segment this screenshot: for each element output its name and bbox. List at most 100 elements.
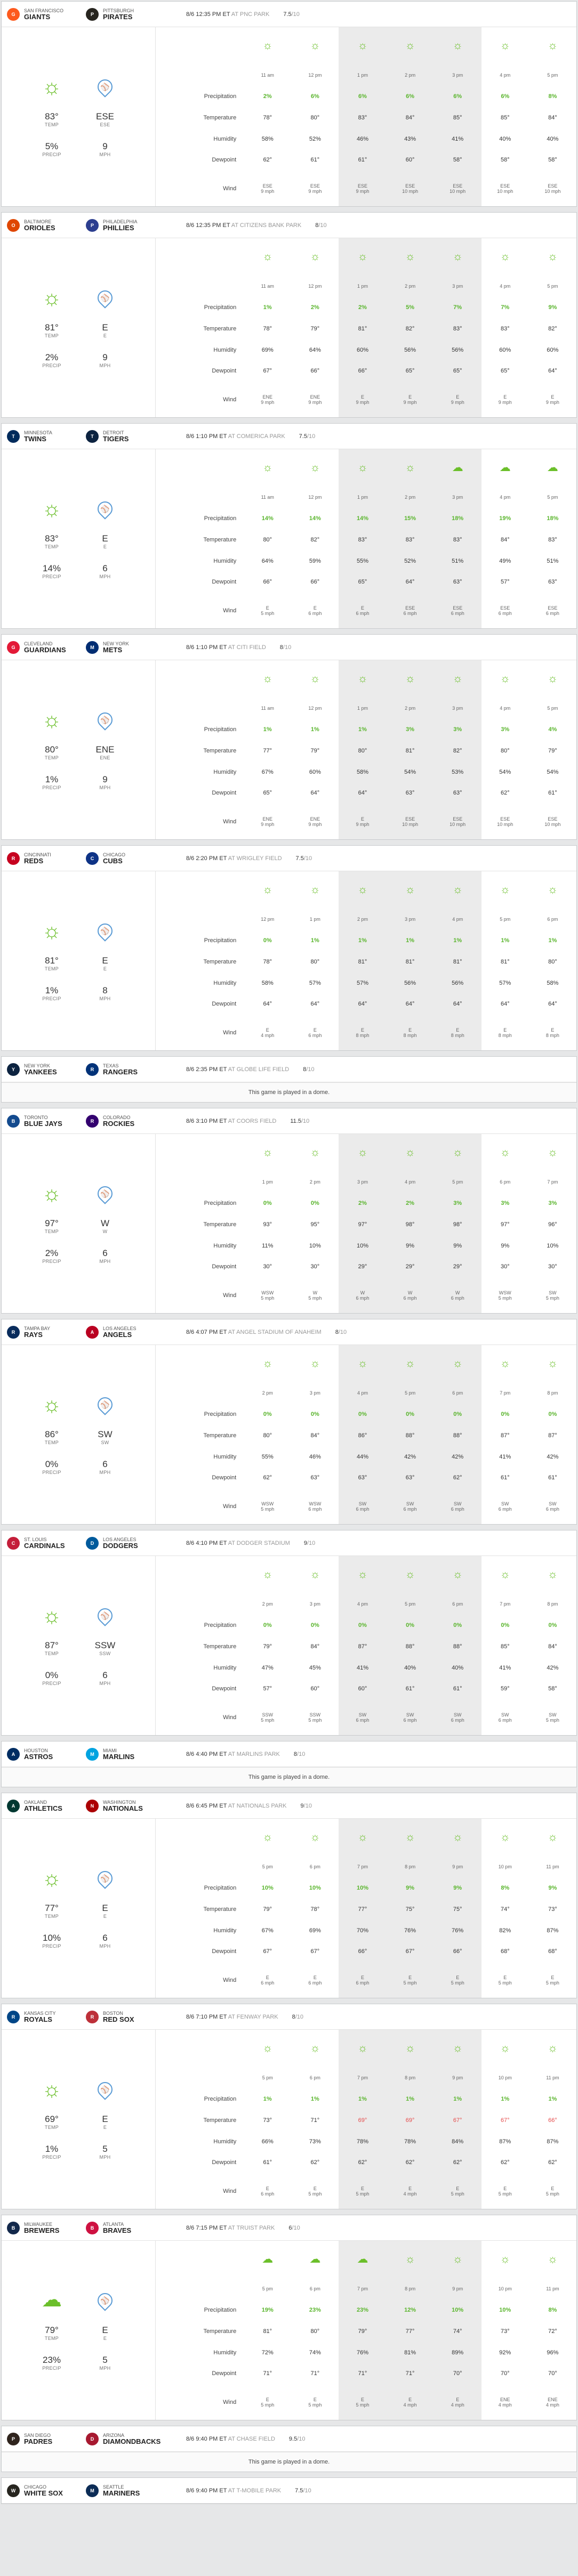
home-team[interactable]: P Philadelphia Phillies <box>86 218 165 232</box>
temp-cell: 75° <box>453 1906 462 1913</box>
wind-speed-cell: 6 mph <box>308 1506 322 1512</box>
home-team[interactable]: R Colorado Rockies <box>86 1114 165 1128</box>
cell: 73° <box>244 2110 291 2131</box>
home-team[interactable]: B Atlanta Braves <box>86 2221 165 2234</box>
home-team[interactable]: D Los Angeles Dodgers <box>86 1536 165 1550</box>
humidity-cell: 42% <box>547 1453 559 1460</box>
cell: ESE 9 mph <box>244 171 291 206</box>
away-team[interactable]: P San Diego Padres <box>7 2432 86 2445</box>
game-time: 8/6 9:40 PM ET <box>186 2487 228 2494</box>
precip-cell: 1% <box>310 937 319 944</box>
home-team[interactable]: C Chicago Cubs <box>86 852 165 865</box>
cell: ☼ <box>434 871 481 909</box>
cell: 62° <box>244 1467 291 1488</box>
away-team[interactable]: A Oakland Athletics <box>7 1799 86 1812</box>
home-team[interactable]: N Washington Nationals <box>86 1799 165 1812</box>
away-team[interactable]: G San Francisco Giants <box>7 7 86 21</box>
sun-icon: ☼ <box>405 1357 415 1370</box>
cell: 51% <box>529 550 576 572</box>
away-team[interactable]: Y New York Yankees <box>7 1063 86 1076</box>
temp-cell: 86° <box>358 1432 367 1439</box>
temp-cell: 81° <box>453 958 462 965</box>
cell: 56% <box>434 972 481 994</box>
away-team[interactable]: C St. Louis Cardinals <box>7 1536 86 1550</box>
cell: E5 mph <box>386 1962 434 1998</box>
row-label <box>156 660 244 698</box>
cell: 52% <box>386 550 434 572</box>
cell: ☼ <box>244 238 291 276</box>
current-conditions: ☼ ⚾ 97° TEMP W W 2% PRECIP 6 MPH <box>2 1134 156 1313</box>
home-team[interactable]: R Texas Rangers <box>86 1063 165 1076</box>
wind-dir-cell: W <box>407 1290 413 1295</box>
cell: E5 mph <box>339 2173 387 2209</box>
cell: 6% <box>291 86 339 107</box>
current-wind-speed: 6 MPH <box>78 563 132 579</box>
away-team[interactable]: O Baltimore Orioles <box>7 218 86 232</box>
cell: 88° <box>434 1424 481 1446</box>
home-team[interactable]: T Detroit Tigers <box>86 430 165 443</box>
cell: 58% <box>529 973 576 994</box>
home-team[interactable]: D Arizona Diamondbacks <box>86 2432 165 2445</box>
hour-label: 2 pm <box>405 705 416 711</box>
cell: 1% <box>291 930 339 951</box>
cell: 70° <box>529 2363 576 2384</box>
venue-name: AT MARLINS PARK <box>228 1751 280 1757</box>
cell: 64° <box>434 993 481 1015</box>
away-team[interactable]: R Cincinnati Reds <box>7 852 86 865</box>
away-team[interactable]: B Milwaukee Brewers <box>7 2221 86 2234</box>
precip-label: PRECIP <box>42 996 61 1001</box>
sun-icon: ☼ <box>357 1568 368 1581</box>
home-team[interactable]: M Miami Marlins <box>86 1747 165 1761</box>
away-team[interactable]: W Chicago White Sox <box>7 2484 86 2497</box>
sun-icon: ☼ <box>547 673 558 685</box>
home-team[interactable]: P Pittsburgh Pirates <box>86 7 165 21</box>
away-team[interactable]: T Minnesota Twins <box>7 430 86 443</box>
precip-cell: 0% <box>263 1411 272 1417</box>
cell: E9 mph <box>529 382 576 417</box>
wind-dir-cell: E <box>313 2396 317 2402</box>
wind-dir-cell: E <box>551 1974 555 1980</box>
away-team[interactable]: G Cleveland Guardians <box>7 641 86 654</box>
table-row: ☼ ☼ ☼ ☼ ☼ ☼ ☼ <box>156 660 576 698</box>
cell: 8 pm <box>386 2278 434 2299</box>
cell: ☼ <box>244 1819 291 1856</box>
away-team[interactable]: R Tampa Bay Rays <box>7 1325 86 1339</box>
sun-icon: ☼ <box>310 2042 320 2055</box>
sun-icon: ☼ <box>262 1831 273 1844</box>
row-label: Dewpoint <box>212 1475 237 1481</box>
away-team[interactable]: A Houston Astros <box>7 1747 86 1761</box>
home-team[interactable]: A Los Angeles Angels <box>86 1325 165 1339</box>
home-team[interactable]: R Boston Red Sox <box>86 2010 165 2023</box>
hourly-table: ☼ ☼ ☼ ☼ ☼ ☼ ☼ 1 pm 2 pm 3 pm 4 pm 5 pm 6 pm 7 pm Preci… <box>156 1134 576 1313</box>
sun-icon: ☼ <box>405 1568 415 1581</box>
game-time: 8/6 12:35 PM ET <box>186 11 231 18</box>
wind-dir-cell: E <box>503 1027 507 1033</box>
home-team[interactable]: M New York Mets <box>86 641 165 654</box>
cell: ENE 4 mph <box>529 2384 576 2420</box>
cell: 56% <box>386 972 434 994</box>
current-conditions: ☼ ⚾ 86° TEMP SW SW 0% PRECIP 6 MPH <box>2 1345 156 1524</box>
cell: 5 pm <box>481 909 529 930</box>
wind-direction: ⚾ <box>78 1394 132 1415</box>
cell: 93° <box>244 1214 291 1235</box>
wind-dir-cell: E <box>313 1974 317 1980</box>
home-team-name: Diamondbacks <box>103 2437 161 2445</box>
cell: 69° <box>339 2109 387 2131</box>
humidity-cell: 58% <box>547 979 559 986</box>
cell: 41% <box>481 1446 529 1468</box>
game-header: R Tampa Bay Rays A Los Angeles Angels 8/6 4:07… <box>2 1319 576 1345</box>
wind-dir-cell: E <box>503 2185 507 2191</box>
away-team[interactable]: R Kansas City Royals <box>7 2010 86 2023</box>
cell: SW 6 mph <box>339 1488 387 1524</box>
cell: 76% <box>339 2342 387 2363</box>
cell: 71° <box>291 2363 339 2384</box>
home-team[interactable]: M Seattle Mariners <box>86 2484 165 2497</box>
cell: 63° <box>386 1467 434 1489</box>
cell: 29° <box>339 1256 387 1278</box>
humidity-cell: 10% <box>309 1242 321 1249</box>
hour-label: 2 pm <box>405 72 416 78</box>
cell: 0% <box>244 1404 291 1425</box>
away-team[interactable]: B Toronto Blue Jays <box>7 1114 86 1128</box>
hourly-table: ☼ ☼ ☼ ☼ ☼ ☼ ☼ 5 pm 6 pm 7 pm 8 pm 9 pm 10 pm 11 pm Pre… <box>156 1819 576 1998</box>
cell: ☼ <box>529 1556 576 1593</box>
